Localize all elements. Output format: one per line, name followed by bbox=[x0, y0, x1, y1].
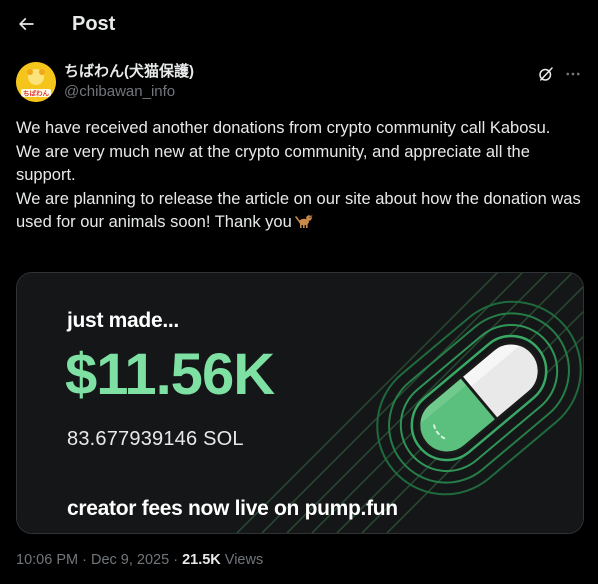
dog-emoji bbox=[294, 214, 313, 228]
media-footer: creator fees now live on pump.fun bbox=[67, 497, 398, 520]
page-title: Post bbox=[72, 13, 116, 35]
post-page: Post ちばわん ちばわん(犬猫保護) @chibawan_info We h… bbox=[0, 0, 598, 584]
media-sol-amount: 83.677939146 SOL bbox=[67, 428, 244, 450]
post-time[interactable]: 10:06 PM bbox=[16, 552, 78, 568]
views-count[interactable]: 21.5K bbox=[182, 552, 221, 568]
grok-button[interactable] bbox=[534, 62, 558, 86]
post-date[interactable]: Dec 9, 2025 bbox=[91, 552, 169, 568]
avatar[interactable]: ちばわん bbox=[16, 62, 56, 102]
media-card[interactable]: just made... $11.56K 83.677939146 SOL cr… bbox=[16, 272, 584, 534]
grok-icon bbox=[539, 67, 553, 81]
post-meta: 10:06 PM · Dec 9, 2025 · 21.5K Views bbox=[16, 551, 263, 569]
post-line: We have received another donations from … bbox=[16, 119, 551, 137]
media-headline: just made... bbox=[67, 309, 179, 332]
post-line: We are planning to release the article o… bbox=[16, 188, 586, 235]
avatar-text: ちばわん bbox=[23, 89, 50, 98]
views-label: Views bbox=[220, 552, 264, 568]
arrow-left-icon bbox=[18, 17, 34, 31]
media-amount: $11.56K bbox=[65, 342, 275, 407]
back-button[interactable] bbox=[10, 8, 42, 40]
meta-separator: · bbox=[169, 552, 183, 568]
more-dots-icon bbox=[566, 72, 580, 76]
more-button[interactable] bbox=[561, 62, 585, 86]
post-line: We are very much new at the crypto commu… bbox=[16, 142, 530, 185]
display-name[interactable]: ちばわん(犬猫保護) bbox=[64, 63, 194, 81]
post-text: We have received another donations from … bbox=[16, 117, 586, 235]
meta-separator: · bbox=[78, 552, 91, 568]
header: Post bbox=[0, 0, 598, 48]
user-handle[interactable]: @chibawan_info bbox=[64, 83, 175, 101]
avatar-logo: ちばわん bbox=[16, 62, 56, 102]
